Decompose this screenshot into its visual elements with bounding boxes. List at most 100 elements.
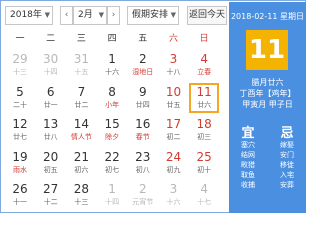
day-number: 31 xyxy=(73,52,90,66)
lunar-day: 初二 xyxy=(166,133,181,141)
lunar-day: 十五 xyxy=(74,68,89,76)
lunar-year: 丁酉年【鸡年】 xyxy=(239,89,296,98)
day-number: 23 xyxy=(135,149,151,164)
ji-list: 嫁娶 安门 移徙 入宅 安葬 xyxy=(268,140,306,190)
day-number: 2 xyxy=(138,52,147,66)
lunar-day: 初五 xyxy=(43,165,58,174)
day-number: 4 xyxy=(200,182,208,196)
day-number: 26 xyxy=(12,182,28,196)
day-cell[interactable]: 2 元宵节 xyxy=(128,180,158,210)
day-cell[interactable]: 4 十七 xyxy=(189,180,219,210)
day-number: 16 xyxy=(135,117,151,131)
day-cell[interactable]: 15 除夕 xyxy=(97,115,127,145)
day-cell[interactable]: 3 十六 xyxy=(159,180,189,210)
calendar-widget: 2018年 ▼ ‹ 2月 ▼ › 假期安排 ▼ 返回今天 一二三四五六日 29 十… xyxy=(0,0,306,213)
weekday-label: 一 xyxy=(15,34,25,44)
day-cell[interactable]: 20 初五 xyxy=(36,148,66,178)
holiday-value: 假期安排 xyxy=(132,10,169,20)
day-number: 27 xyxy=(43,182,59,196)
holiday-select[interactable]: 假期安排 ▼ xyxy=(127,6,179,25)
day-number: 21 xyxy=(73,149,90,164)
lunar-day: 小年 xyxy=(105,100,120,109)
day-number: 13 xyxy=(43,117,59,131)
day-cell[interactable]: 5 二十 xyxy=(5,83,35,113)
day-number: 5 xyxy=(16,84,24,99)
ji-label: 忌 xyxy=(280,126,294,141)
day-cell[interactable]: 12 廿七 xyxy=(5,115,35,145)
lunar-day: 十三 xyxy=(74,198,89,206)
day-cell[interactable]: 24 初九 xyxy=(159,148,189,178)
day-cell[interactable]: 9 廿四 xyxy=(128,83,158,113)
day-number: 14 xyxy=(73,117,90,131)
day-number: 28 xyxy=(73,182,90,196)
day-cell[interactable]: 26 十一 xyxy=(5,180,35,210)
day-cell[interactable]: 7 廿二 xyxy=(66,83,96,113)
day-number: 3 xyxy=(169,182,178,196)
day-number: 4 xyxy=(200,52,208,66)
ji-item: 安门 xyxy=(280,151,294,159)
day-cell[interactable]: 8 小年 xyxy=(97,83,127,113)
yi-item: 塞穴 xyxy=(241,141,255,149)
month-select[interactable]: 2月 ▼ xyxy=(73,6,107,25)
day-cell[interactable]: 21 初六 xyxy=(66,148,96,178)
lunar-day: 十四 xyxy=(105,198,120,206)
ji-item: 入宅 xyxy=(280,171,294,179)
lunar-day: 除夕 xyxy=(105,133,120,141)
day-number: 8 xyxy=(108,84,116,99)
day-cell[interactable]: 14 情人节 xyxy=(66,115,96,145)
day-cell[interactable]: 1 十四 xyxy=(97,180,127,210)
day-cell[interactable]: 19 雨水 xyxy=(5,148,35,178)
yi-item: 取鱼 xyxy=(241,171,255,179)
ji-item: 安葬 xyxy=(280,181,294,189)
day-cell[interactable]: 22 初七 xyxy=(97,148,127,178)
weekday-label: 二 xyxy=(46,34,56,44)
weekday-label: 日 xyxy=(199,34,209,44)
day-number: 29 xyxy=(12,52,28,66)
day-cell[interactable]: 29 十三 xyxy=(5,50,35,80)
weekday-label: 六 xyxy=(168,34,178,44)
day-cell-today[interactable]: 11 廿六 xyxy=(189,82,220,113)
day-cell[interactable]: 2 湿地日 xyxy=(128,50,158,80)
day-cell[interactable]: 17 初二 xyxy=(159,115,189,145)
day-number: 20 xyxy=(43,149,59,164)
day-cell[interactable]: 25 初十 xyxy=(189,148,219,178)
weekday-label: 三 xyxy=(76,34,86,44)
day-cell[interactable]: 27 十二 xyxy=(36,180,66,210)
day-number: 19 xyxy=(12,149,28,164)
year-select[interactable]: 2018年 ▼ xyxy=(5,6,53,25)
day-cell[interactable]: 23 初八 xyxy=(128,148,158,178)
weekday-label: 四 xyxy=(107,34,117,44)
day-cell[interactable]: 13 廿八 xyxy=(36,115,66,145)
day-cell[interactable]: 1 十六 xyxy=(97,50,127,80)
day-number: 2 xyxy=(138,182,147,196)
lunar-day: 十八 xyxy=(166,68,181,76)
day-cell[interactable]: 6 廿一 xyxy=(36,83,66,113)
day-cell[interactable]: 28 十三 xyxy=(66,180,96,210)
back-to-today-button[interactable]: 返回今天 xyxy=(187,6,227,25)
lunar-day: 初九 xyxy=(166,165,181,174)
day-cell[interactable]: 31 十五 xyxy=(66,50,96,80)
day-number: 11 xyxy=(196,84,212,99)
day-cell[interactable]: 18 初三 xyxy=(189,115,219,145)
day-cell[interactable]: 10 廿五 xyxy=(159,83,189,113)
chevron-down-icon: ▼ xyxy=(170,11,176,19)
next-month-button[interactable]: › xyxy=(107,6,120,25)
day-cell[interactable]: 16 春节 xyxy=(128,115,158,145)
lunar-day: 十六 xyxy=(166,198,181,206)
day-number: 25 xyxy=(196,149,212,164)
ji-item: 嫁娶 xyxy=(280,141,294,149)
lunar-day: 廿八 xyxy=(43,133,58,141)
lunar-day: 十三 xyxy=(13,68,27,76)
big-day-number: 11 xyxy=(246,30,288,70)
day-cell[interactable]: 3 十八 xyxy=(159,50,189,80)
lunar-day: 十六 xyxy=(105,68,120,76)
lunar-day: 十二 xyxy=(43,198,58,206)
yi-label: 宜 xyxy=(241,126,255,141)
prev-month-button[interactable]: ‹ xyxy=(60,6,73,25)
day-cell[interactable]: 4 立春 xyxy=(189,50,219,80)
calendar-grid: 29 十三 30 十四 31 十五 1 十六 2 湿地日 3 十八 4 立春 5 二十 6 廿一 7 廿二 8 小年 9 廿四… xyxy=(5,50,220,214)
lunar-day: 初七 xyxy=(105,165,120,174)
day-number: 22 xyxy=(104,149,120,164)
day-number: 7 xyxy=(77,84,86,99)
day-cell[interactable]: 30 十四 xyxy=(36,50,66,80)
